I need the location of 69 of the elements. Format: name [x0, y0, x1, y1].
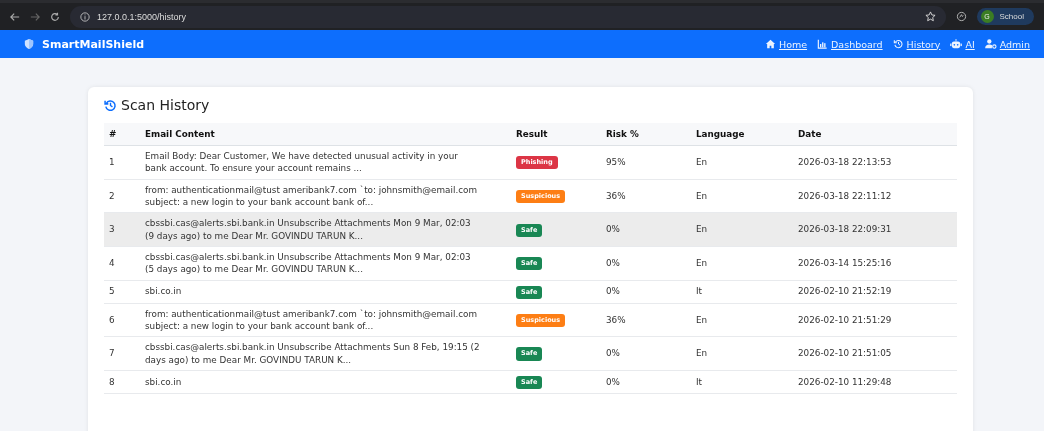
history-icon — [892, 39, 904, 49]
info-icon[interactable] — [80, 11, 90, 22]
profile-name: School — [999, 12, 1024, 21]
table-cell: 5 — [104, 280, 140, 304]
extension-icon[interactable] — [955, 11, 967, 22]
column-header: Result — [511, 123, 601, 146]
table-cell: 36% — [601, 303, 691, 337]
shield-icon — [24, 38, 34, 50]
address-bar[interactable]: 127.0.0.1:5000/history — [70, 5, 946, 28]
nav-link[interactable]: Home — [765, 38, 808, 50]
table-cell: 4 — [104, 246, 140, 280]
table-cell: 2 — [104, 179, 140, 213]
table-cell: cbssbi.cas@alerts.sbi.bank.in Unsubscribe Attachments Mon 9 Mar, 02:03 (9 days ago) to me Dear Mr. GOVINDU TARUN K... — [140, 212, 511, 247]
url-text: 127.0.0.1:5000/history — [97, 11, 187, 22]
brand-name[interactable]: SmartMailShield — [42, 37, 145, 51]
table-cell: En — [691, 145, 793, 180]
bar-chart-icon — [817, 39, 829, 49]
table-cell: 2026-02-10 21:51:05 — [793, 336, 957, 371]
home-icon — [765, 39, 776, 49]
table-cell: 2026-03-18 22:11:12 — [793, 179, 957, 213]
star-icon[interactable] — [924, 11, 936, 22]
table-cell: 7 — [104, 336, 140, 371]
robot-icon — [950, 39, 963, 49]
column-header: Date — [793, 123, 957, 146]
table-cell: 0% — [601, 280, 691, 304]
table-cell: sbi.co.in — [140, 280, 511, 304]
table-cell: from: authenticationmail@tust ameribank7.com `to: johnsmith@email.com subject: a new login to your bank account bank of... — [140, 303, 511, 337]
column-header: Email Content — [140, 123, 511, 146]
table-cell: 1 — [104, 145, 140, 180]
table-cell: 2026-02-10 21:52:19 — [793, 280, 957, 304]
history-icon — [104, 98, 117, 112]
table-cell: 3 — [104, 212, 140, 247]
column-header: Language — [691, 123, 793, 146]
table-cell: cbssbi.cas@alerts.sbi.bank.in Unsubscribe Attachments Sun 8 Feb, 19:15 (2 days ago) to me Dear Mr. GOVINDU TARUN K... — [140, 336, 511, 371]
table-cell: 0% — [601, 336, 691, 371]
nav-link[interactable]: Admin — [984, 38, 1030, 50]
column-header: Risk % — [601, 123, 691, 146]
back-icon[interactable] — [10, 11, 20, 22]
table-cell: Email Body: Dear Customer, We have detected unusual activity in your bank account. To ensure your account remains ... — [140, 145, 511, 180]
table-cell: En — [691, 303, 793, 337]
nav-link[interactable]: History — [892, 38, 941, 50]
table-cell: from: authenticationmail@tust ameribank7.com `to: johnsmith@email.com subject: a new login to your bank account bank of... — [140, 179, 511, 213]
table-cell: It — [691, 280, 793, 304]
table-cell: 2026-02-10 11:29:48 — [793, 370, 957, 394]
table-cell: 8 — [104, 370, 140, 394]
nav-link[interactable]: Dashboard — [817, 38, 883, 50]
table-cell: 0% — [601, 370, 691, 394]
forward-icon[interactable] — [30, 11, 40, 22]
table-cell: En — [691, 212, 793, 247]
table-cell: 0% — [601, 212, 691, 247]
user-gear-icon — [984, 39, 997, 49]
card-title: Scan History — [121, 97, 210, 113]
table-cell: 0% — [601, 246, 691, 280]
reload-icon[interactable] — [50, 11, 60, 22]
table-cell: 6 — [104, 303, 140, 337]
table-cell: En — [691, 336, 793, 371]
table-cell: En — [691, 179, 793, 213]
table-cell: sbi.co.in — [140, 370, 511, 394]
column-header: # — [104, 123, 140, 146]
table-cell: 2026-03-14 15:25:16 — [793, 246, 957, 280]
table-cell: It — [691, 370, 793, 394]
table-cell: 36% — [601, 179, 691, 213]
table-cell: En — [691, 246, 793, 280]
table-cell: cbssbi.cas@alerts.sbi.bank.in Unsubscribe Attachments Mon 9 Mar, 02:03 (5 days ago) to me Dear Mr. GOVINDU TARUN K... — [140, 246, 511, 280]
table-cell: 95% — [601, 145, 691, 180]
table-cell: 2026-03-18 22:09:31 — [793, 212, 957, 247]
table-cell: 2026-03-18 22:13:53 — [793, 145, 957, 180]
nav-link[interactable]: AI — [950, 38, 975, 50]
table-cell: 2026-02-10 21:51:29 — [793, 303, 957, 337]
